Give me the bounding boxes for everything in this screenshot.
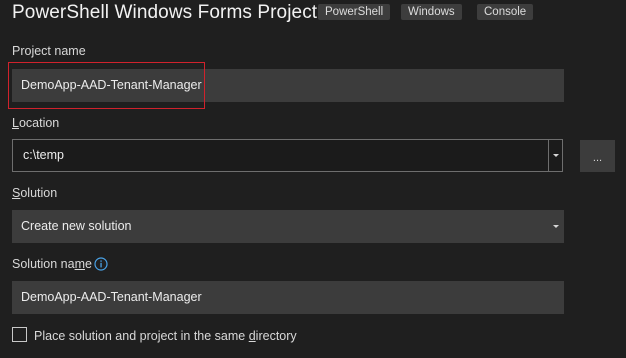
solution-dropdown[interactable]: Create new solution [12,210,564,243]
solution-dropdown-arrow-icon [553,225,559,228]
solution-name-label-text-before: Solution na [12,257,75,271]
location-dropdown-arrow-icon[interactable] [553,154,559,157]
solution-name-value: DemoApp-AAD-Tenant-Manager [21,290,202,304]
solution-label-text: olution [20,186,58,200]
solution-value: Create new solution [21,219,132,233]
solution-name-input[interactable]: DemoApp-AAD-Tenant-Manager [12,281,564,314]
solution-name-label: Solution name [12,257,92,271]
same-directory-label[interactable]: Place solution and project in the same d… [34,329,297,343]
location-dropdown-divider [548,140,549,171]
solution-name-label-accesskey: m [74,257,85,271]
solution-label: Solution [12,186,57,200]
tag-powershell: PowerShell [318,4,391,20]
same-directory-label-text-after: irectory [255,329,297,343]
location-label-text: ocation [18,116,60,130]
same-directory-label-accesskey: d [248,329,256,343]
same-directory-label-text-before: Place solution and project in the same [34,329,249,343]
project-name-value: DemoApp-AAD-Tenant-Manager [21,78,202,92]
location-value: c:\temp [23,148,64,162]
project-name-input[interactable]: DemoApp-AAD-Tenant-Manager [12,69,564,102]
tag-windows: Windows [401,4,462,20]
location-label: Location [12,116,59,130]
location-combobox[interactable]: c:\temp [12,139,563,172]
page-title: PowerShell Windows Forms Project [12,2,318,23]
browse-button[interactable]: ... [580,140,615,172]
location-label-accesskey: L [12,116,19,130]
tag-console: Console [477,4,534,20]
info-icon[interactable] [94,257,108,271]
project-name-label: Project name [12,44,86,58]
same-directory-checkbox[interactable] [12,327,27,342]
solution-name-label-text-after: e [84,257,92,271]
